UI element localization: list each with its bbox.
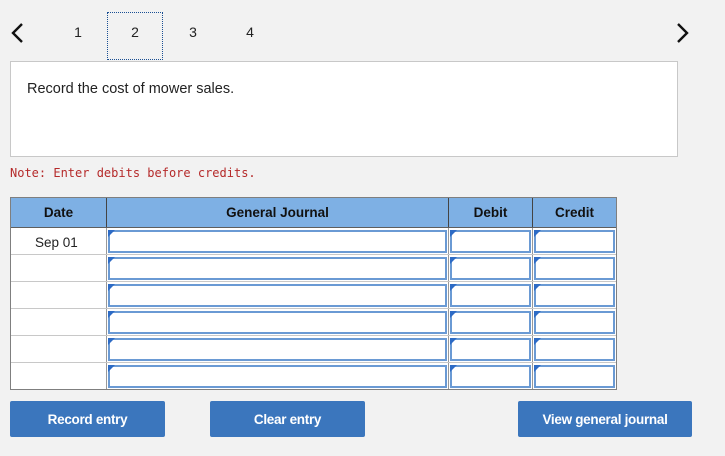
account-input[interactable] <box>108 338 447 361</box>
date-cell <box>11 255 107 281</box>
account-cell <box>107 336 449 362</box>
account-input[interactable] <box>108 311 447 334</box>
account-input[interactable] <box>108 365 447 388</box>
record-entry-button[interactable]: Record entry <box>10 401 165 437</box>
journal-table: Date General Journal Debit Credit Sep 01 <box>10 197 617 390</box>
debit-input[interactable] <box>450 311 531 334</box>
credit-input[interactable] <box>534 284 615 307</box>
table-row <box>11 282 616 309</box>
credit-input[interactable] <box>534 365 615 388</box>
step-tab-1[interactable]: 1 <box>62 14 94 50</box>
account-cell <box>107 255 449 281</box>
instruction-box: Record the cost of mower sales. <box>10 61 678 157</box>
account-cell <box>107 282 449 308</box>
credit-input[interactable] <box>534 338 615 361</box>
credit-cell <box>533 336 616 362</box>
debit-cell <box>449 255 533 281</box>
account-cell <box>107 309 449 335</box>
table-row <box>11 309 616 336</box>
debit-cell <box>449 309 533 335</box>
journal-header: Date General Journal Debit Credit <box>11 198 616 228</box>
step-tab-2[interactable]: 2 <box>107 12 163 60</box>
instruction-text: Record the cost of mower sales. <box>27 81 235 97</box>
table-row <box>11 255 616 282</box>
note-text: Note: Enter debits before credits. <box>10 166 256 180</box>
debit-input[interactable] <box>450 230 531 253</box>
credit-cell <box>533 228 616 254</box>
credit-cell <box>533 282 616 308</box>
account-input[interactable] <box>108 230 447 253</box>
debit-cell <box>449 282 533 308</box>
header-credit: Credit <box>554 205 594 220</box>
debit-input[interactable] <box>450 338 531 361</box>
credit-input[interactable] <box>534 230 615 253</box>
table-row <box>11 363 616 389</box>
header-date: Date <box>11 198 107 227</box>
credit-cell <box>533 309 616 335</box>
clear-entry-button[interactable]: Clear entry <box>210 401 365 437</box>
debit-cell <box>449 228 533 254</box>
date-cell: Sep 01 <box>11 228 107 254</box>
date-cell <box>11 282 107 308</box>
account-cell <box>107 228 449 254</box>
debit-cell <box>449 363 533 389</box>
header-debit: Debit <box>449 198 533 227</box>
credit-cell <box>533 363 616 389</box>
step-tab-3[interactable]: 3 <box>177 14 209 50</box>
header-general-journal: General Journal <box>107 198 449 227</box>
date-cell <box>11 309 107 335</box>
account-input[interactable] <box>108 257 447 280</box>
next-arrow-icon[interactable] <box>670 20 694 46</box>
credit-input[interactable] <box>534 257 615 280</box>
date-cell <box>11 363 107 389</box>
table-row: Sep 01 <box>11 228 616 255</box>
account-cell <box>107 363 449 389</box>
prev-arrow-icon[interactable] <box>6 20 30 46</box>
credit-cell <box>533 255 616 281</box>
debit-input[interactable] <box>450 284 531 307</box>
view-general-journal-button[interactable]: View general journal <box>518 401 692 437</box>
debit-input[interactable] <box>450 365 531 388</box>
step-tab-4[interactable]: 4 <box>234 14 266 50</box>
debit-input[interactable] <box>450 257 531 280</box>
date-cell <box>11 336 107 362</box>
debit-cell <box>449 336 533 362</box>
table-row <box>11 336 616 363</box>
account-input[interactable] <box>108 284 447 307</box>
credit-input[interactable] <box>534 311 615 334</box>
